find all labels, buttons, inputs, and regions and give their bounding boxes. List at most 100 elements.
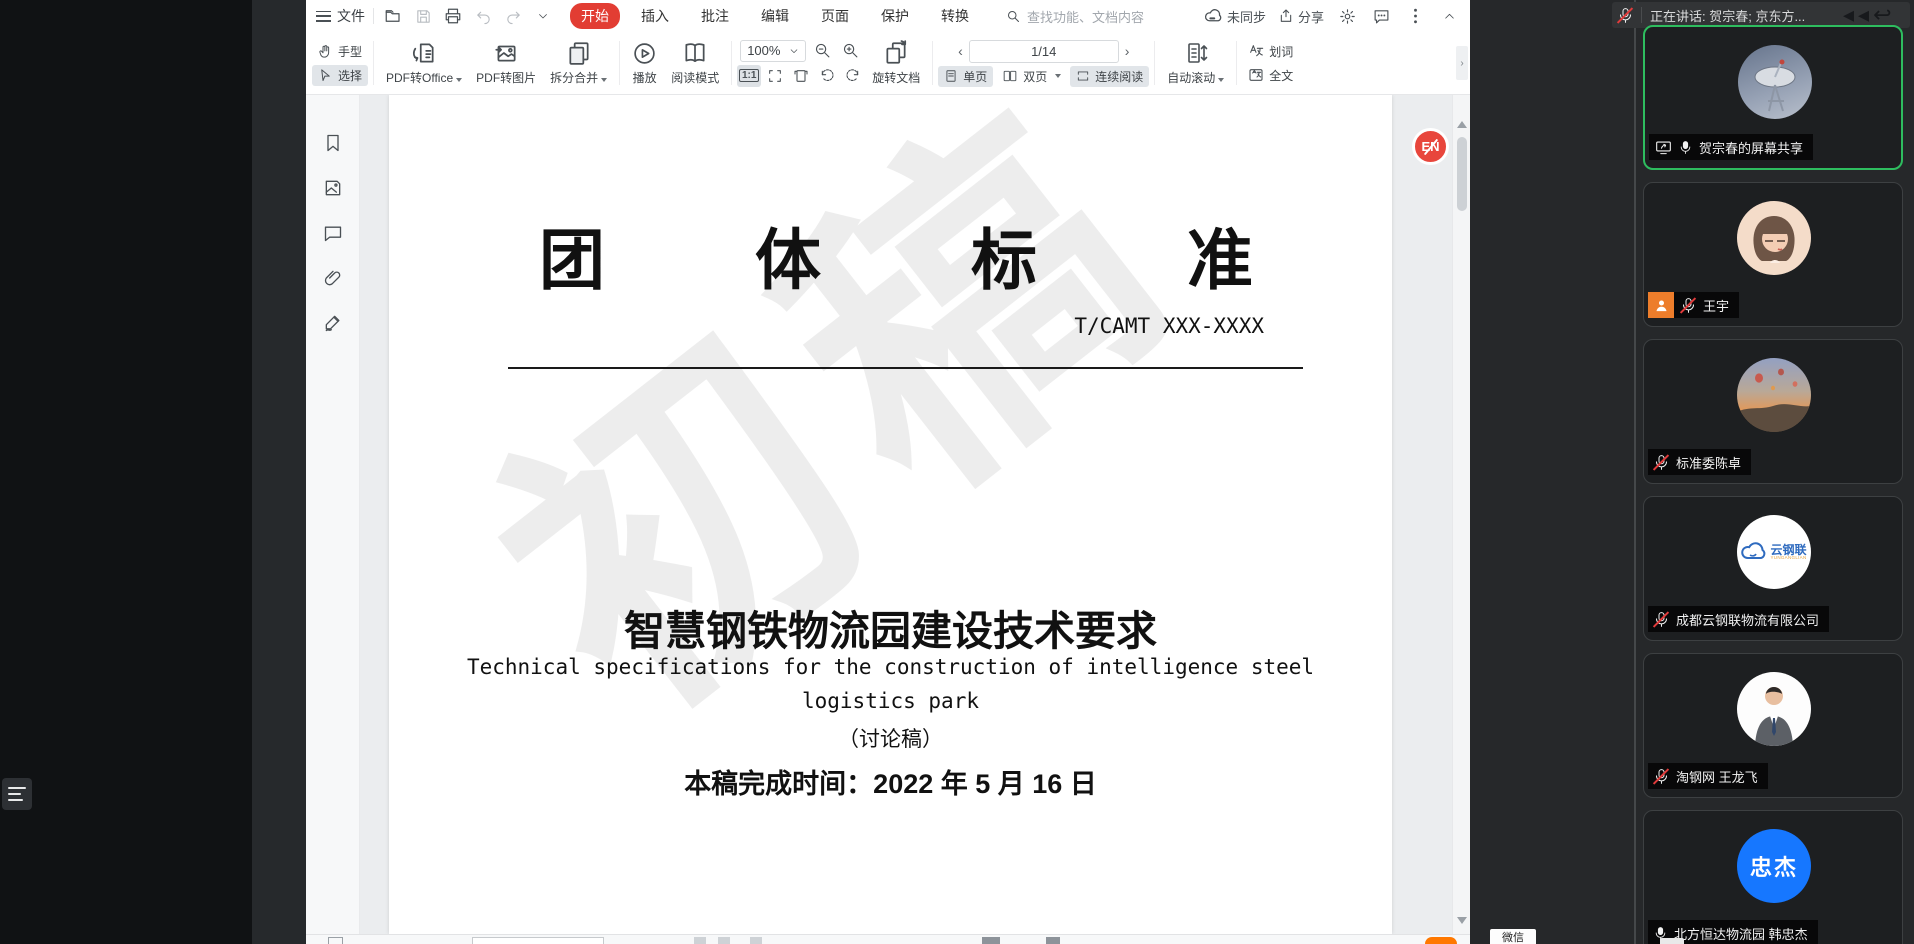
auto-scroll-button[interactable]: 自动滚动 <box>1160 38 1231 88</box>
full-translate-label: 全文 <box>1269 67 1293 84</box>
tab-home[interactable]: 开始 <box>570 3 620 29</box>
tab-page[interactable]: 页面 <box>810 3 860 29</box>
word-translate-button[interactable]: 划词 <box>1242 41 1299 62</box>
hand-icon <box>318 44 333 59</box>
divider <box>619 41 620 85</box>
full-translate-button[interactable]: 全文 <box>1242 65 1299 86</box>
signature-panel-button[interactable] <box>323 313 343 333</box>
zoom-level-dropdown[interactable]: 100% <box>740 40 806 62</box>
logo-main-text: 云钢联 <box>1770 544 1806 556</box>
save-button[interactable] <box>412 5 434 27</box>
print-button[interactable] <box>442 5 464 27</box>
paperclip-icon <box>323 268 343 288</box>
attachment-panel-button[interactable] <box>323 268 343 288</box>
pdf-to-image-label: PDF转图片 <box>476 69 536 86</box>
tab-comment[interactable]: 批注 <box>690 3 740 29</box>
pdf-to-office-button[interactable]: PDF转Office <box>379 38 469 88</box>
file-menu-button[interactable]: 文件 <box>316 6 365 26</box>
split-merge-button[interactable]: 拆分合并 <box>543 38 614 88</box>
cloud-sync-icon <box>1204 8 1223 24</box>
status-icon[interactable] <box>982 937 1000 944</box>
zoom-in-button[interactable] <box>838 40 862 62</box>
status-icon[interactable] <box>718 937 730 944</box>
continuous-read-button[interactable]: 连续阅读 <box>1070 66 1149 87</box>
select-tool-button[interactable]: 选择 <box>312 65 368 86</box>
actual-size-button[interactable]: 1:1 <box>737 65 761 87</box>
status-icon[interactable] <box>694 937 706 944</box>
more-button[interactable] <box>1404 5 1426 27</box>
play-label: 播放 <box>633 69 657 86</box>
scroll-up-arrow[interactable] <box>1457 121 1467 128</box>
play-button[interactable]: 播放 <box>625 39 664 88</box>
self-mic-muted-icon[interactable] <box>1618 7 1633 24</box>
participant-tile-yunganglian[interactable]: 云钢联 YUNGANGLIAN 成都云钢联物流有限公司 <box>1643 496 1903 641</box>
cloud-logo-art <box>1741 542 1767 562</box>
fit-width-button[interactable] <box>763 65 787 87</box>
share-button[interactable]: 分享 <box>1278 7 1324 26</box>
rotate-document-button[interactable]: 旋转文档 <box>865 38 927 88</box>
participant-tile-hanzhongjie[interactable]: 忠杰 北方恒达物流园 韩忠杰 <box>1643 810 1903 944</box>
left-tool-strip <box>306 95 360 934</box>
doc-main-title: 智慧钢铁物流园建设技术要求 <box>389 597 1392 657</box>
participant-tile-chenzhuo[interactable]: 标准委陈卓 <box>1643 339 1903 484</box>
page-indicator-box[interactable]: 1/14 <box>969 40 1119 63</box>
participant-tile-wangyu[interactable]: 王宇 <box>1643 182 1903 327</box>
search-box[interactable]: 查找功能、文档内容 <box>1006 7 1144 26</box>
pdf-to-image-icon <box>493 40 519 66</box>
participant-tile-hezongchun[interactable]: 贺宗春的屏幕共享 <box>1643 25 1903 170</box>
scrollbar-thumb[interactable] <box>1457 137 1467 211</box>
open-file-button[interactable] <box>382 5 404 27</box>
zoom-out-button[interactable] <box>810 40 834 62</box>
divider <box>1154 41 1155 85</box>
floating-notes-button[interactable] <box>2 778 32 810</box>
settings-button[interactable] <box>1336 5 1358 27</box>
document-view-area[interactable]: 初稿 团体标准 T/CAMT XXX-XXXX 智慧钢铁物流园建设技术要求 Te… <box>360 95 1452 934</box>
quick-access-dropdown[interactable] <box>532 5 554 27</box>
printer-icon <box>444 7 462 25</box>
collapse-ribbon-button[interactable] <box>1438 5 1460 27</box>
mic-on-icon <box>1679 140 1692 155</box>
wechat-taskbar-tooltip[interactable]: 微信 <box>1490 929 1536 944</box>
word-translate-icon <box>1248 43 1264 59</box>
pdf-page[interactable]: 初稿 团体标准 T/CAMT XXX-XXXX 智慧钢铁物流园建设技术要求 Te… <box>389 95 1392 934</box>
doc-header-title: 团体标准 <box>389 207 1392 303</box>
avatar: 忠杰 <box>1737 829 1811 903</box>
thumbnail-grid-icon[interactable] <box>328 937 343 944</box>
chat-bubble-icon <box>1373 8 1390 25</box>
rotate-left-button[interactable] <box>815 65 839 87</box>
next-page-button[interactable]: › <box>1119 43 1136 59</box>
view-group: 播放 阅读模式 <box>625 38 726 88</box>
participant-tile-wanglongfei[interactable]: 淘钢网 王龙飞 <box>1643 653 1903 798</box>
tab-protect[interactable]: 保护 <box>870 3 920 29</box>
file-menu-label: 文件 <box>337 6 365 26</box>
status-input-field[interactable] <box>472 937 604 944</box>
read-mode-button[interactable]: 阅读模式 <box>664 38 726 88</box>
status-icon[interactable] <box>750 937 762 944</box>
pdf-to-image-button[interactable]: PDF转图片 <box>469 38 543 88</box>
hot-air-balloons-art <box>1737 358 1811 432</box>
bookmark-panel-button[interactable] <box>323 133 343 153</box>
feedback-button[interactable] <box>1370 5 1392 27</box>
participant-label: 贺宗春的屏幕共享 <box>1649 134 1813 160</box>
single-page-button[interactable]: 单页 <box>938 66 993 87</box>
sync-status[interactable]: 未同步 <box>1204 7 1266 26</box>
image-panel-button[interactable] <box>323 178 343 198</box>
status-icon[interactable] <box>1046 937 1060 944</box>
ribbon-expander-button[interactable]: › <box>1456 46 1468 80</box>
undo-button[interactable] <box>472 5 494 27</box>
save-icon <box>415 8 432 25</box>
vertical-scrollbar[interactable] <box>1452 95 1470 934</box>
prev-page-button[interactable]: ‹ <box>952 43 969 59</box>
redo-button[interactable] <box>502 5 524 27</box>
hand-tool-button[interactable]: 手型 <box>312 41 368 62</box>
tab-edit[interactable]: 编辑 <box>750 3 800 29</box>
double-page-button[interactable]: 双页 <box>996 66 1067 87</box>
tab-convert[interactable]: 转换 <box>930 3 980 29</box>
rotate-right-button[interactable] <box>841 65 865 87</box>
tab-insert[interactable]: 插入 <box>630 3 680 29</box>
translate-toggle-badge[interactable]: EN <box>1412 128 1449 165</box>
comment-panel-button[interactable] <box>323 223 343 243</box>
fit-page-button[interactable] <box>789 65 813 87</box>
scroll-down-arrow[interactable] <box>1457 917 1467 924</box>
chevron-down-icon <box>789 46 799 56</box>
